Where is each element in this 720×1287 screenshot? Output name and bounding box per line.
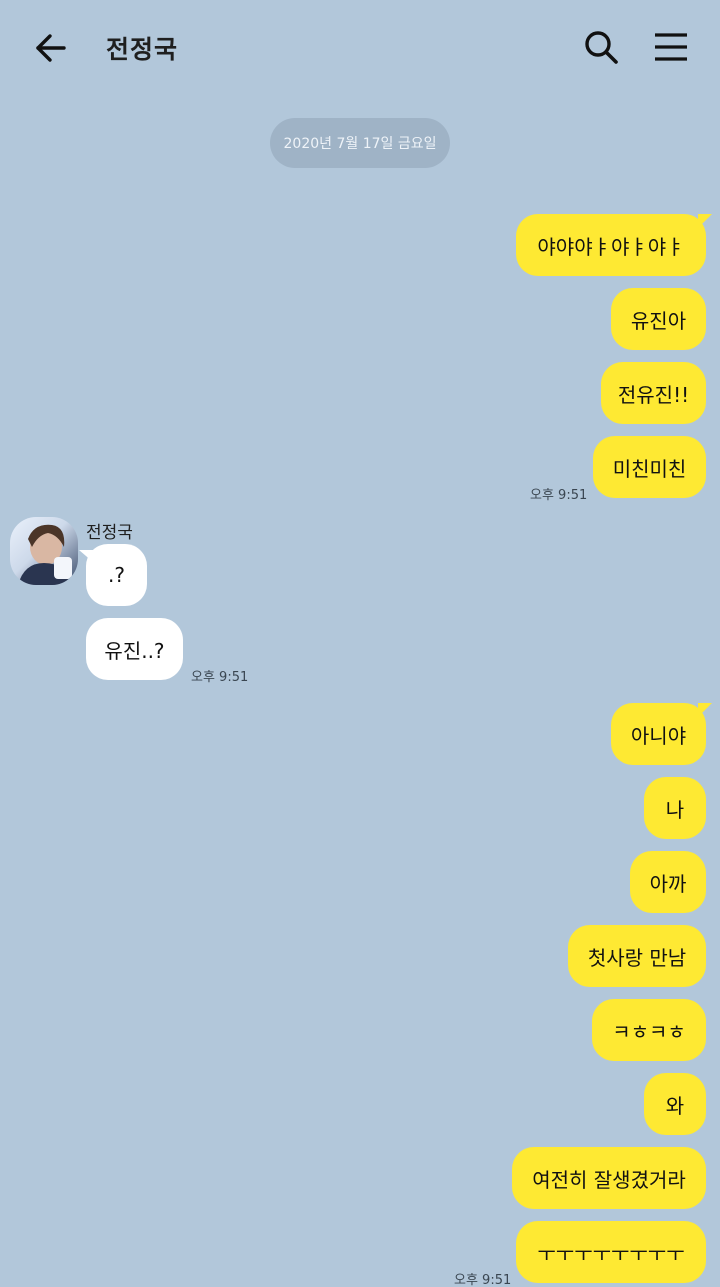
sender-name: 전정국 bbox=[86, 523, 133, 543]
my-message-bubble[interactable]: 야야야ㅑ야ㅑ야ㅑ bbox=[516, 214, 712, 276]
my-message-bubble[interactable]: 아까 bbox=[630, 851, 706, 913]
my-message-bubble[interactable]: 유진아 bbox=[611, 288, 706, 350]
search-icon bbox=[585, 31, 618, 64]
arrow-left-icon bbox=[36, 34, 66, 62]
menu-button[interactable] bbox=[648, 24, 694, 70]
my-message-bubble[interactable]: ㅋㅎㅋㅎ bbox=[592, 999, 706, 1061]
their-message-bubble[interactable]: .? bbox=[79, 544, 147, 606]
my-message-bubble[interactable]: 전유진!! bbox=[601, 362, 706, 424]
profile-photo-icon bbox=[18, 524, 74, 585]
hamburger-menu-icon bbox=[655, 33, 687, 61]
chat-title: 전정국 bbox=[106, 35, 179, 64]
message-timestamp: 오후 9:51 bbox=[191, 670, 249, 685]
search-button[interactable] bbox=[578, 24, 624, 70]
my-message-bubble[interactable]: 첫사랑 만남 bbox=[568, 925, 706, 987]
chat-header: 전정국 bbox=[0, 0, 720, 96]
my-message-bubble[interactable]: ㅜㅜㅜㅜㅜㅜㅜㅜ bbox=[516, 1221, 706, 1283]
avatar[interactable] bbox=[10, 517, 78, 585]
my-message-bubble[interactable]: 미친미친 bbox=[593, 436, 706, 498]
chat-screen: 전정국 2020년 7월 17일 금요일 야야야ㅑ야ㅑ야ㅑ 유진아 전유진!! … bbox=[0, 0, 720, 1287]
my-message-bubble[interactable]: 아니야 bbox=[611, 703, 712, 765]
my-message-bubble[interactable]: 나 bbox=[644, 777, 706, 839]
message-timestamp: 오후 9:51 bbox=[454, 1273, 512, 1287]
back-button[interactable] bbox=[28, 26, 72, 70]
date-divider: 2020년 7월 17일 금요일 bbox=[270, 118, 450, 168]
their-message-bubble[interactable]: 유진..? bbox=[86, 618, 183, 680]
my-message-bubble[interactable]: 와 bbox=[644, 1073, 706, 1135]
my-message-bubble[interactable]: 여전히 잘생겼거라 bbox=[512, 1147, 706, 1209]
message-timestamp: 오후 9:51 bbox=[530, 488, 588, 503]
